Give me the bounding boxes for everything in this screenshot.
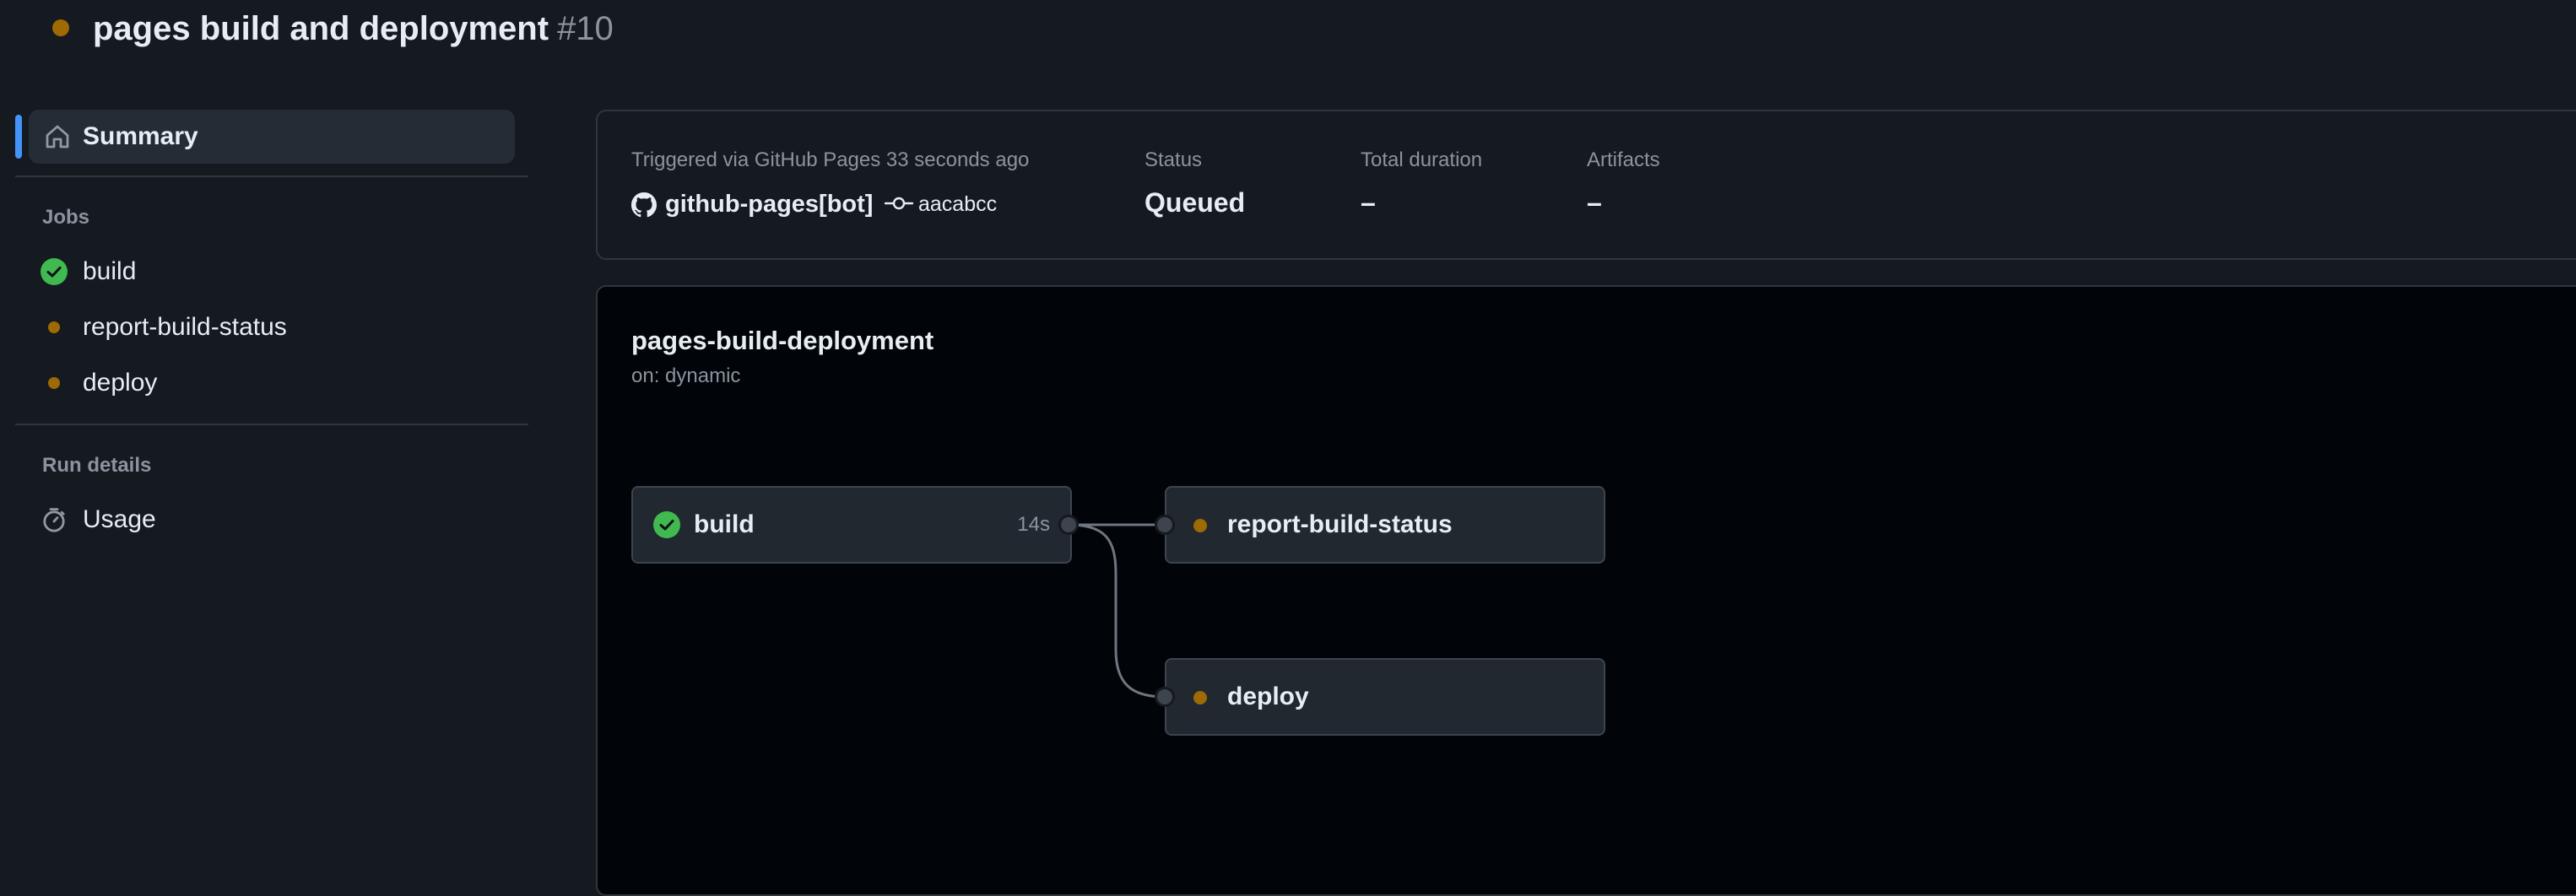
queued-dot-icon: [1193, 519, 1207, 532]
job-node-deploy[interactable]: deploy: [1165, 658, 1605, 736]
job-node-report-build-status[interactable]: report-build-status: [1165, 486, 1605, 564]
job-duration: 14s: [1017, 513, 1050, 536]
job-node-label: report-build-status: [1227, 510, 1453, 538]
job-node-label: deploy: [1227, 683, 1309, 710]
input-connector: [1155, 687, 1175, 707]
job-node-label: build: [694, 510, 755, 538]
output-connector: [1058, 515, 1079, 535]
queued-dot-icon: [1193, 691, 1207, 704]
input-connector: [1155, 515, 1175, 535]
check-circle-icon: [653, 511, 680, 538]
job-node-build[interactable]: build 14s: [631, 486, 1072, 564]
